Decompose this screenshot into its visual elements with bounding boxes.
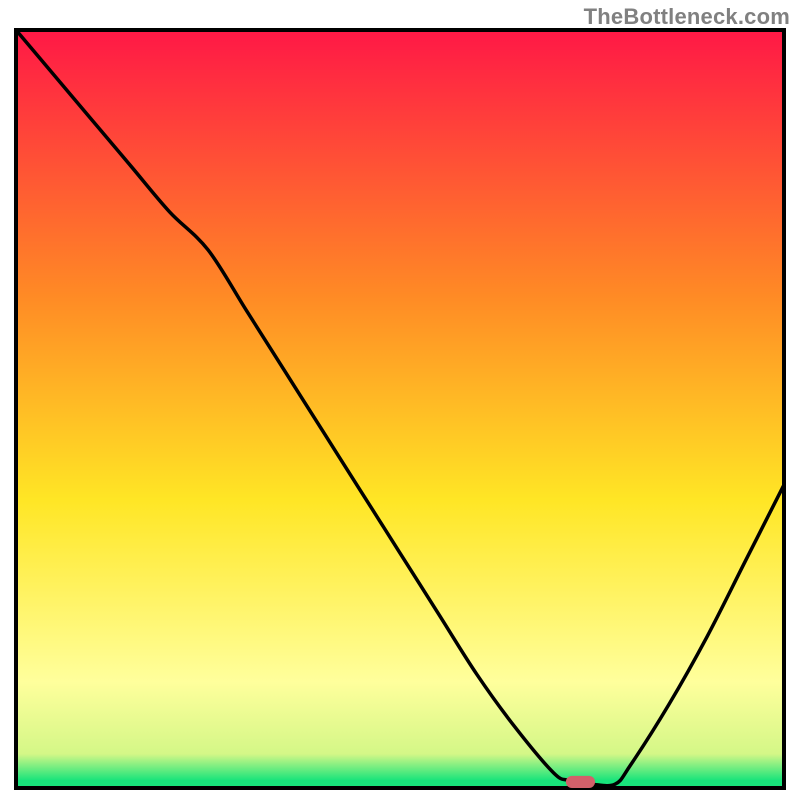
watermark-text: TheBottleneck.com bbox=[584, 4, 790, 30]
bottleneck-chart bbox=[0, 0, 800, 800]
plot-background bbox=[16, 30, 784, 788]
optimal-marker bbox=[566, 776, 595, 788]
chart-frame: TheBottleneck.com bbox=[0, 0, 800, 800]
